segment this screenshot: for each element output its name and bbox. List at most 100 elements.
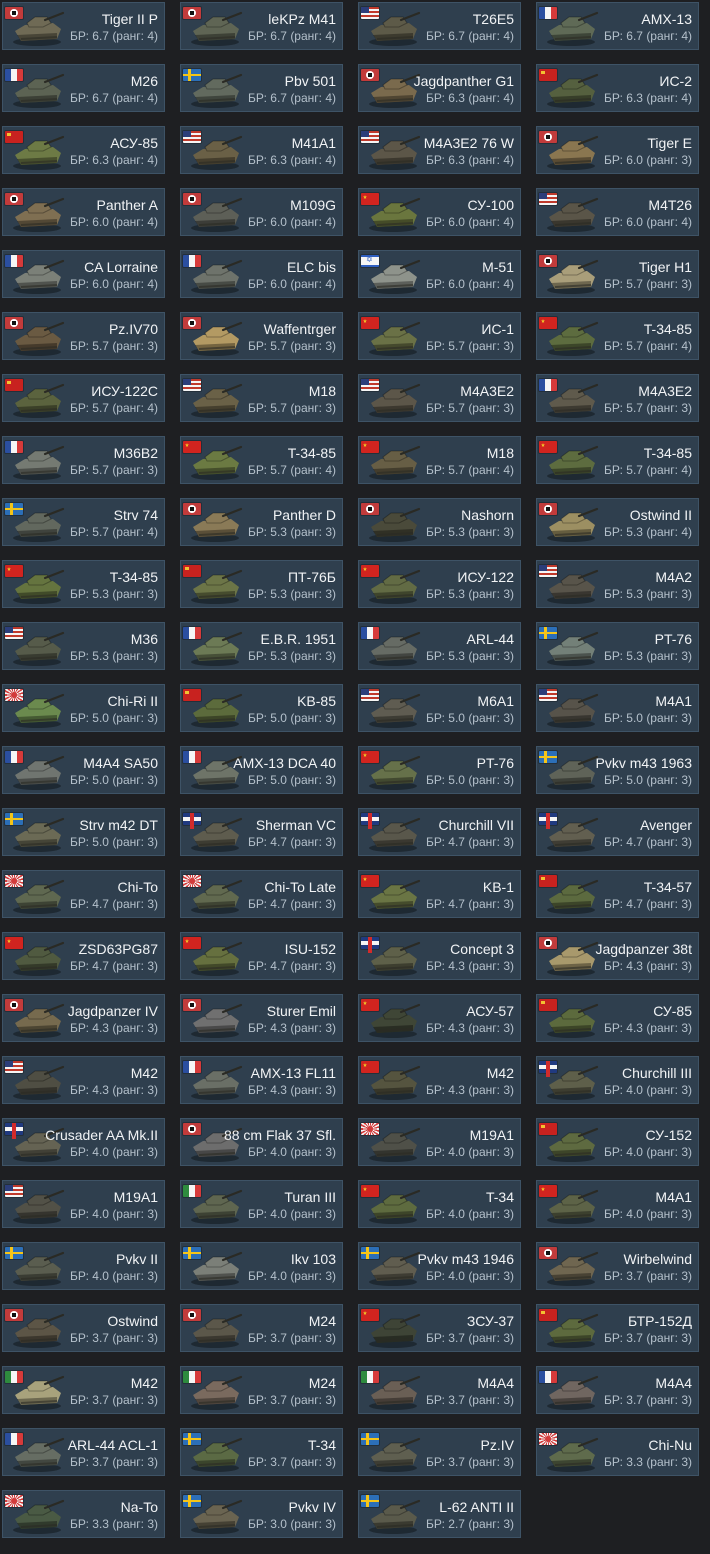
vehicle-card[interactable]: M24 БР: 3.7 (ранг: 3) bbox=[180, 1304, 343, 1352]
vehicle-card[interactable]: Tiger E БР: 6.0 (ранг: 3) bbox=[536, 126, 699, 174]
vehicle-card[interactable]: M6A1 БР: 5.0 (ранг: 3) bbox=[358, 684, 521, 732]
vehicle-card[interactable]: Strv 74 БР: 5.7 (ранг: 4) bbox=[2, 498, 165, 546]
vehicle-card[interactable]: Tiger H1 БР: 5.7 (ранг: 3) bbox=[536, 250, 699, 298]
vehicle-card[interactable]: M19A1 БР: 4.0 (ранг: 3) bbox=[2, 1180, 165, 1228]
vehicle-card[interactable]: Turan III БР: 4.0 (ранг: 3) bbox=[180, 1180, 343, 1228]
vehicle-card[interactable]: M4A1 БР: 4.0 (ранг: 3) bbox=[536, 1180, 699, 1228]
vehicle-card[interactable]: M109G БР: 6.0 (ранг: 4) bbox=[180, 188, 343, 236]
vehicle-card[interactable]: T-34 БР: 4.0 (ранг: 3) bbox=[358, 1180, 521, 1228]
vehicle-card[interactable]: AMX-13 БР: 6.7 (ранг: 4) bbox=[536, 2, 699, 50]
vehicle-card[interactable]: ARL-44 БР: 5.3 (ранг: 3) bbox=[358, 622, 521, 670]
vehicle-card[interactable]: M42 БР: 4.3 (ранг: 3) bbox=[2, 1056, 165, 1104]
vehicle-card[interactable]: Ostwind II БР: 5.3 (ранг: 4) bbox=[536, 498, 699, 546]
vehicle-card[interactable]: ИСУ-122 БР: 5.3 (ранг: 3) bbox=[358, 560, 521, 608]
vehicle-card[interactable]: CA Lorraine БР: 6.0 (ранг: 4) bbox=[2, 250, 165, 298]
vehicle-card[interactable]: PT-76 БР: 5.3 (ранг: 3) bbox=[536, 622, 699, 670]
vehicle-card[interactable]: Pz.IV БР: 3.7 (ранг: 3) bbox=[358, 1428, 521, 1476]
vehicle-card[interactable]: leKPz M41 БР: 6.7 (ранг: 4) bbox=[180, 2, 343, 50]
vehicle-card[interactable]: СУ-152 БР: 4.0 (ранг: 3) bbox=[536, 1118, 699, 1166]
vehicle-card[interactable]: Pvkv IV БР: 3.0 (ранг: 3) bbox=[180, 1490, 343, 1538]
vehicle-card[interactable]: M4A3E2 БР: 5.7 (ранг: 3) bbox=[358, 374, 521, 422]
vehicle-card[interactable]: M26 БР: 6.7 (ранг: 4) bbox=[2, 64, 165, 112]
vehicle-card[interactable]: M41A1 БР: 6.3 (ранг: 4) bbox=[180, 126, 343, 174]
vehicle-card[interactable]: PT-76 БР: 5.0 (ранг: 3) bbox=[358, 746, 521, 794]
vehicle-card[interactable]: M-51 БР: 6.0 (ранг: 4) bbox=[358, 250, 521, 298]
vehicle-card[interactable]: ZSD63PG87 БР: 4.7 (ранг: 3) bbox=[2, 932, 165, 980]
vehicle-card[interactable]: M36B2 БР: 5.7 (ранг: 3) bbox=[2, 436, 165, 484]
vehicle-card[interactable]: БТР-152Д БР: 3.7 (ранг: 3) bbox=[536, 1304, 699, 1352]
vehicle-card[interactable]: M42 БР: 4.3 (ранг: 3) bbox=[358, 1056, 521, 1104]
vehicle-card[interactable]: ИС-2 БР: 6.3 (ранг: 4) bbox=[536, 64, 699, 112]
vehicle-card[interactable]: Panther A БР: 6.0 (ранг: 4) bbox=[2, 188, 165, 236]
vehicle-card[interactable]: T26E5 БР: 6.7 (ранг: 4) bbox=[358, 2, 521, 50]
vehicle-card[interactable]: Jagdpanzer IV БР: 4.3 (ранг: 3) bbox=[2, 994, 165, 1042]
vehicle-card[interactable]: AMX-13 DCA 40 БР: 5.0 (ранг: 3) bbox=[180, 746, 343, 794]
vehicle-card[interactable]: ARL-44 ACL-1 БР: 3.7 (ранг: 3) bbox=[2, 1428, 165, 1476]
vehicle-card[interactable]: T-34-85 БР: 5.7 (ранг: 4) bbox=[180, 436, 343, 484]
vehicle-card[interactable]: Ostwind БР: 3.7 (ранг: 3) bbox=[2, 1304, 165, 1352]
vehicle-card[interactable]: M4A4 SA50 БР: 5.0 (ранг: 3) bbox=[2, 746, 165, 794]
vehicle-card[interactable]: АСУ-85 БР: 6.3 (ранг: 4) bbox=[2, 126, 165, 174]
vehicle-card[interactable]: T-34 БР: 3.7 (ранг: 3) bbox=[180, 1428, 343, 1476]
vehicle-card[interactable]: Crusader AA Mk.II БР: 4.0 (ранг: 3) bbox=[2, 1118, 165, 1166]
vehicle-card[interactable]: Waffentrger БР: 5.7 (ранг: 3) bbox=[180, 312, 343, 360]
vehicle-card[interactable]: L-62 ANTI II БР: 2.7 (ранг: 3) bbox=[358, 1490, 521, 1538]
vehicle-card[interactable]: Pz.IV70 БР: 5.7 (ранг: 3) bbox=[2, 312, 165, 360]
vehicle-card[interactable]: Concept 3 БР: 4.3 (ранг: 3) bbox=[358, 932, 521, 980]
vehicle-card[interactable]: Jagdpanzer 38t БР: 4.3 (ранг: 3) bbox=[536, 932, 699, 980]
vehicle-card[interactable]: M18 БР: 5.7 (ранг: 4) bbox=[358, 436, 521, 484]
vehicle-card[interactable]: M4A3E2 БР: 5.7 (ранг: 3) bbox=[536, 374, 699, 422]
vehicle-card[interactable]: Churchill III БР: 4.0 (ранг: 3) bbox=[536, 1056, 699, 1104]
france-flag-icon bbox=[183, 627, 201, 639]
vehicle-card[interactable]: ЗСУ-37 БР: 3.7 (ранг: 3) bbox=[358, 1304, 521, 1352]
vehicle-card[interactable]: Pvkv m43 1946 БР: 4.0 (ранг: 3) bbox=[358, 1242, 521, 1290]
vehicle-card[interactable]: KB-85 БР: 5.0 (ранг: 3) bbox=[180, 684, 343, 732]
vehicle-card[interactable]: T-34-85 БР: 5.7 (ранг: 4) bbox=[536, 312, 699, 360]
vehicle-card[interactable]: T-34-57 БР: 4.7 (ранг: 3) bbox=[536, 870, 699, 918]
vehicle-card[interactable]: ИСУ-122С БР: 5.7 (ранг: 4) bbox=[2, 374, 165, 422]
vehicle-card[interactable]: Na-To БР: 3.3 (ранг: 3) bbox=[2, 1490, 165, 1538]
vehicle-card[interactable]: ПТ-76Б БР: 5.3 (ранг: 3) bbox=[180, 560, 343, 608]
vehicle-card[interactable]: M42 БР: 3.7 (ранг: 3) bbox=[2, 1366, 165, 1414]
vehicle-card[interactable]: M4A3E2 76 W БР: 6.3 (ранг: 4) bbox=[358, 126, 521, 174]
vehicle-card[interactable]: M18 БР: 5.7 (ранг: 3) bbox=[180, 374, 343, 422]
vehicle-card[interactable]: Pbv 501 БР: 6.7 (ранг: 4) bbox=[180, 64, 343, 112]
vehicle-card[interactable]: ИС-1 БР: 5.7 (ранг: 3) bbox=[358, 312, 521, 360]
vehicle-card[interactable]: Sherman VC БР: 4.7 (ранг: 3) bbox=[180, 808, 343, 856]
vehicle-card[interactable]: Jagdpanther G1 БР: 6.3 (ранг: 4) bbox=[358, 64, 521, 112]
vehicle-card[interactable]: M24 БР: 3.7 (ранг: 3) bbox=[180, 1366, 343, 1414]
vehicle-card[interactable]: Sturer Emil БР: 4.3 (ранг: 3) bbox=[180, 994, 343, 1042]
vehicle-card[interactable]: Nashorn БР: 5.3 (ранг: 3) bbox=[358, 498, 521, 546]
vehicle-card[interactable]: АСУ-57 БР: 4.3 (ранг: 3) bbox=[358, 994, 521, 1042]
vehicle-card[interactable]: Tiger II P БР: 6.7 (ранг: 4) bbox=[2, 2, 165, 50]
vehicle-card[interactable]: Churchill VII БР: 4.7 (ранг: 3) bbox=[358, 808, 521, 856]
vehicle-card[interactable]: Chi-To Late БР: 4.7 (ранг: 3) bbox=[180, 870, 343, 918]
vehicle-card[interactable]: Panther D БР: 5.3 (ранг: 3) bbox=[180, 498, 343, 546]
vehicle-card[interactable]: ISU-152 БР: 4.7 (ранг: 3) bbox=[180, 932, 343, 980]
vehicle-card[interactable]: KB-1 БР: 4.7 (ранг: 3) bbox=[358, 870, 521, 918]
vehicle-card[interactable]: Chi-Nu БР: 3.3 (ранг: 3) bbox=[536, 1428, 699, 1476]
vehicle-card[interactable]: M4T26 БР: 6.0 (ранг: 4) bbox=[536, 188, 699, 236]
vehicle-card[interactable]: M4A1 БР: 5.0 (ранг: 3) bbox=[536, 684, 699, 732]
vehicle-card[interactable]: Chi-To БР: 4.7 (ранг: 3) bbox=[2, 870, 165, 918]
vehicle-card[interactable]: Ikv 103 БР: 4.0 (ранг: 3) bbox=[180, 1242, 343, 1290]
vehicle-card[interactable]: Wirbelwind БР: 3.7 (ранг: 3) bbox=[536, 1242, 699, 1290]
vehicle-card[interactable]: AMX-13 FL11 БР: 4.3 (ранг: 3) bbox=[180, 1056, 343, 1104]
vehicle-card[interactable]: СУ-85 БР: 4.3 (ранг: 3) bbox=[536, 994, 699, 1042]
vehicle-card[interactable]: T-34-85 БР: 5.3 (ранг: 3) bbox=[2, 560, 165, 608]
vehicle-card[interactable]: 88 cm Flak 37 Sfl. БР: 4.0 (ранг: 3) bbox=[180, 1118, 343, 1166]
vehicle-card[interactable]: Pvkv II БР: 4.0 (ранг: 3) bbox=[2, 1242, 165, 1290]
vehicle-card[interactable]: Pvkv m43 1963 БР: 5.0 (ранг: 3) bbox=[536, 746, 699, 794]
vehicle-card[interactable]: T-34-85 БР: 5.7 (ранг: 4) bbox=[536, 436, 699, 484]
vehicle-card[interactable]: Avenger БР: 4.7 (ранг: 3) bbox=[536, 808, 699, 856]
vehicle-card[interactable]: Strv m42 DT БР: 5.0 (ранг: 3) bbox=[2, 808, 165, 856]
vehicle-card[interactable]: M4A4 БР: 3.7 (ранг: 3) bbox=[536, 1366, 699, 1414]
vehicle-card[interactable]: E.B.R. 1951 БР: 5.3 (ранг: 3) bbox=[180, 622, 343, 670]
vehicle-card[interactable]: Chi-Ri II БР: 5.0 (ранг: 3) bbox=[2, 684, 165, 732]
vehicle-card[interactable]: M4A4 БР: 3.7 (ранг: 3) bbox=[358, 1366, 521, 1414]
vehicle-card[interactable]: ELC bis БР: 6.0 (ранг: 4) bbox=[180, 250, 343, 298]
vehicle-card[interactable]: M4A2 БР: 5.3 (ранг: 3) bbox=[536, 560, 699, 608]
vehicle-card[interactable]: M19A1 БР: 4.0 (ранг: 3) bbox=[358, 1118, 521, 1166]
vehicle-card[interactable]: M36 БР: 5.3 (ранг: 3) bbox=[2, 622, 165, 670]
vehicle-card[interactable]: СУ-100 БР: 6.0 (ранг: 4) bbox=[358, 188, 521, 236]
